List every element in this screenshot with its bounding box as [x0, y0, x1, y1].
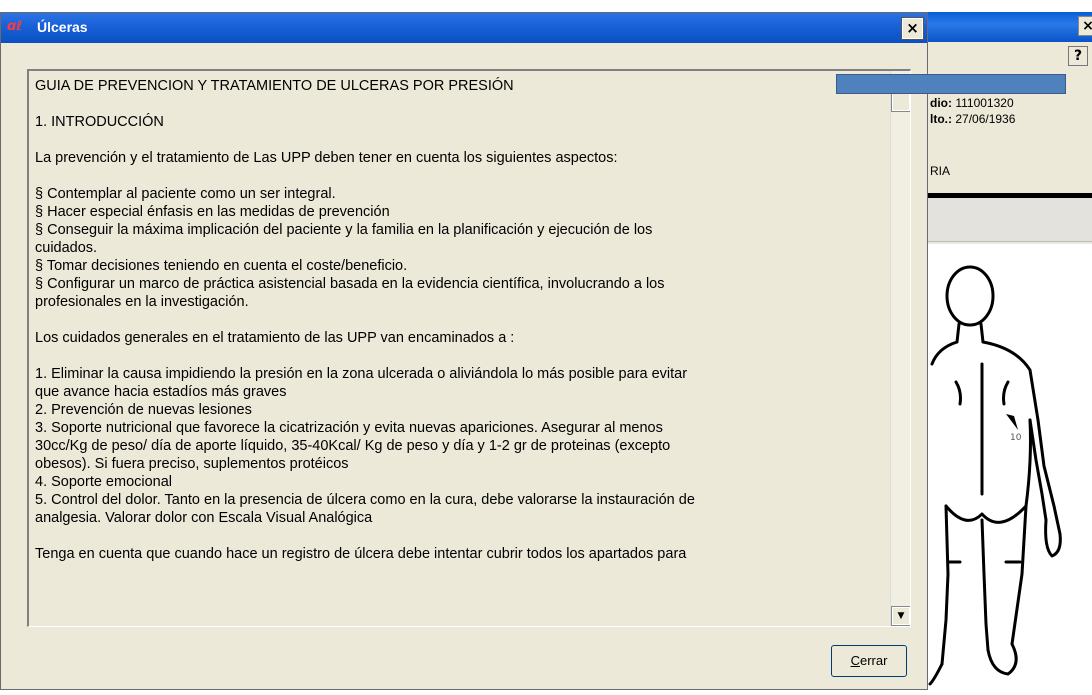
text-line: § Conseguir la máxima implicación del pa… [35, 222, 653, 238]
close-button[interactable]: × [901, 17, 924, 40]
birthdate-value: 27/06/1936 [955, 112, 1016, 126]
toolbar-strip [926, 198, 1092, 242]
background-titlebar [926, 12, 1092, 42]
cerrar-accelerator: C [850, 653, 860, 668]
patient-id-value: 111001320 [955, 96, 1014, 110]
help-icon[interactable]: ? [1068, 46, 1088, 66]
text-line: obesos). Si fuera preciso, suplementos p… [35, 456, 349, 472]
text-line: § Tomar decisiones teniendo en cuenta el… [35, 258, 408, 274]
text-line: 2. Prevención de nuevas lesiones [35, 402, 252, 418]
text-line: § Configurar un marco de práctica asiste… [35, 276, 665, 292]
body-diagram-panel[interactable]: 10 [926, 244, 1092, 690]
app-logo-icon: ɑℓ [7, 19, 23, 34]
text-line: profesionales en la investigación. [35, 294, 249, 310]
text-line: La prevención y el tratamiento de Las UP… [35, 150, 618, 166]
text-line: cuidados. [35, 240, 98, 256]
cerrar-button[interactable]: Cerrar [831, 645, 907, 677]
svg-text:10: 10 [1010, 433, 1022, 443]
vertical-scrollbar[interactable]: ▼ [890, 71, 910, 626]
guide-text-area[interactable]: GUIA DE PREVENCION Y TRATAMIENTO DE ULCE… [27, 69, 911, 627]
background-close-button[interactable]: × [1078, 16, 1092, 36]
text-line: que avance hacia estadíos más graves [35, 384, 287, 400]
birthdate-field: lto.: 27/06/1936 [930, 112, 1015, 126]
dialog-title: Úlceras [37, 19, 88, 35]
text-line: 5. Control del dolor. Tanto en la presen… [35, 492, 695, 508]
partial-text: RIA [930, 164, 951, 178]
text-line: § Contemplar al paciente como un ser int… [35, 186, 336, 202]
patient-id-label: dio: [930, 96, 952, 110]
overlay-blue-bar [836, 74, 1066, 94]
cerrar-label: errar [859, 653, 888, 668]
text-line: § Hacer especial énfasis en las medidas … [35, 204, 390, 220]
text-line: 4. Soporte emocional [35, 474, 173, 490]
text-line: 1. INTRODUCCIÓN [35, 114, 164, 130]
text-line: Tenga en cuenta que cuando hace un regis… [35, 546, 687, 562]
scroll-down-arrow-icon[interactable]: ▼ [891, 606, 910, 626]
text-line: analgesia. Valorar dolor con Escala Visu… [35, 510, 373, 526]
text-line: GUIA DE PREVENCION Y TRATAMIENTO DE ULCE… [35, 78, 514, 94]
text-line: 30cc/Kg de peso/ día de aporte líquido, … [35, 438, 671, 454]
background-window: × ? dio: 111001320 lto.: 27/06/1936 RIA [926, 12, 1092, 690]
patient-id-field: dio: 111001320 [930, 96, 1014, 110]
scroll-thumb[interactable] [891, 90, 910, 112]
text-line: 1. Eliminar la causa impidiendo la presi… [35, 366, 688, 382]
human-body-back-icon[interactable]: 10 [926, 244, 1092, 690]
birthdate-label: lto.: [930, 112, 952, 126]
dialog-titlebar[interactable]: ɑℓ Úlceras × [1, 13, 927, 43]
ulceras-dialog: ɑℓ Úlceras × GUIA DE PREVENCION Y TRATAM… [0, 12, 928, 690]
guide-text: GUIA DE PREVENCION Y TRATAMIENTO DE ULCE… [35, 77, 887, 563]
text-line: Los cuidados generales en el tratamiento… [35, 330, 515, 346]
text-line: 3. Soporte nutricional que favorece la c… [35, 420, 663, 436]
